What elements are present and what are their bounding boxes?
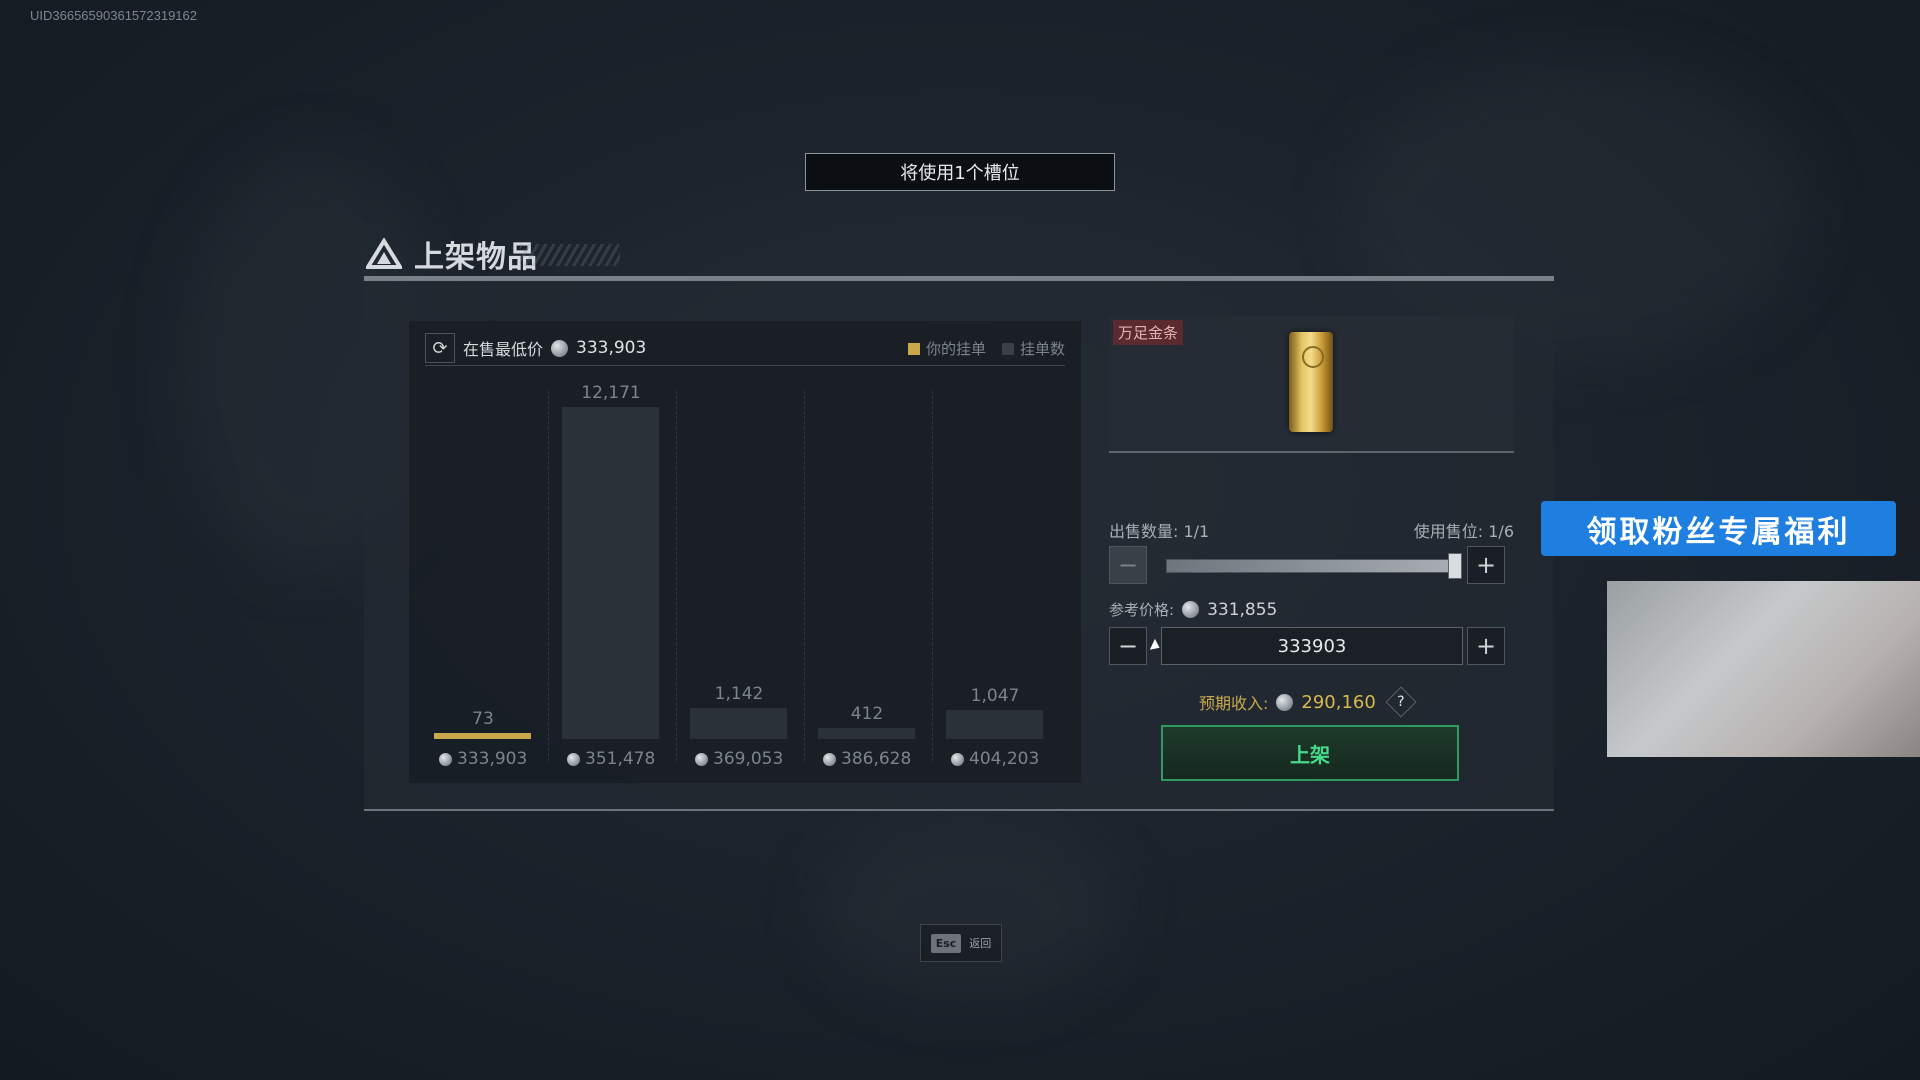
item-preview: 万足金条 bbox=[1109, 316, 1514, 453]
title-decoration bbox=[520, 244, 620, 266]
refresh-icon[interactable]: ⟳ bbox=[425, 333, 455, 363]
bar-count-label: 1,142 bbox=[714, 683, 764, 704]
bar-count-label: 12,171 bbox=[581, 383, 641, 403]
bar-price-label: 404,203 bbox=[951, 749, 1039, 769]
bar-price-label: 386,628 bbox=[823, 749, 911, 769]
price-input[interactable] bbox=[1161, 627, 1463, 665]
coin-icon bbox=[823, 752, 836, 766]
price-minus-button[interactable]: − bbox=[1109, 627, 1147, 665]
bar-price-value: 333,903 bbox=[457, 749, 528, 769]
bar-count-label: 412 bbox=[850, 703, 884, 724]
coin-icon bbox=[551, 339, 569, 357]
quantity-minus-button[interactable]: − bbox=[1109, 546, 1147, 584]
promo-banner[interactable]: 领取粉丝专属福利 bbox=[1541, 501, 1896, 556]
help-icon[interactable]: ? bbox=[1385, 686, 1417, 718]
expected-income-value: 290,160 bbox=[1301, 691, 1376, 713]
coin-icon bbox=[439, 752, 452, 766]
chart-divider bbox=[676, 391, 677, 761]
reference-price-label: 参考价格: bbox=[1109, 601, 1175, 619]
price-distribution-chart: ⟳ 在售最低价 333,903 你的挂单 挂单数 73 333,903 12,171… bbox=[409, 321, 1081, 783]
coin-icon bbox=[695, 752, 708, 766]
webcam-overlay bbox=[1607, 581, 1920, 757]
gold-bar-image bbox=[1289, 332, 1333, 432]
min-price-label: 在售最低价 bbox=[463, 340, 544, 359]
coin-icon bbox=[1182, 601, 1200, 618]
expected-income-label: 预期收入: bbox=[1199, 694, 1269, 713]
bar-2 bbox=[562, 407, 659, 739]
chart-legend: 你的挂单 挂单数 bbox=[907, 338, 1065, 359]
esc-key-icon: Esc bbox=[930, 933, 962, 953]
panel-header: 上架物品 bbox=[366, 232, 538, 276]
bar-price-value: 369,053 bbox=[713, 749, 784, 769]
chart-divider bbox=[804, 391, 805, 761]
bar-count-label: 73 bbox=[472, 709, 494, 729]
bar-price-value: 386,628 bbox=[841, 749, 912, 769]
bar-3 bbox=[690, 707, 787, 739]
bar-1 bbox=[434, 733, 531, 739]
bar-price-value: 351,478 bbox=[585, 749, 656, 769]
bar-price-label: 369,053 bbox=[695, 749, 783, 769]
bar-count-label: 1,047 bbox=[970, 686, 1020, 707]
coin-icon bbox=[1276, 693, 1294, 711]
chart-divider bbox=[548, 391, 549, 761]
chart-divider bbox=[932, 391, 933, 761]
item-name-tag: 万足金条 bbox=[1113, 320, 1184, 345]
quantity-plus-button[interactable]: + bbox=[1467, 546, 1505, 584]
min-price-value: 333,903 bbox=[576, 338, 647, 358]
uid-label: UID3665659036157231916​2 bbox=[30, 8, 197, 23]
triangle-logo-icon bbox=[366, 238, 402, 269]
bar-5 bbox=[946, 710, 1043, 739]
legend-mine: 你的挂单 bbox=[907, 338, 986, 359]
quantity-row: 出售数量: 1/1 使用售位: 1/6 bbox=[1109, 518, 1514, 542]
back-label: 返回 bbox=[969, 937, 992, 950]
bar-4 bbox=[818, 727, 915, 739]
bar-price-label: 351,478 bbox=[567, 749, 655, 769]
expected-income-row: 预期收入: 290,160 ? bbox=[1199, 686, 1417, 718]
reference-price-row: 参考价格: 331,855 bbox=[1109, 599, 1277, 620]
bar-price-label: 333,903 bbox=[439, 749, 527, 769]
list-item-button[interactable]: 上架 bbox=[1161, 725, 1459, 781]
legend-count: 挂单数 bbox=[1001, 338, 1065, 359]
quantity-slider-thumb[interactable] bbox=[1448, 553, 1462, 579]
slot-usage-label: 使用售位: 1/6 bbox=[1413, 522, 1514, 541]
sell-quantity-label: 出售数量: 1/1 bbox=[1109, 522, 1210, 541]
esc-back-hint[interactable]: Esc 返回 bbox=[920, 924, 1002, 962]
listing-panel: ⟳ 在售最低价 333,903 你的挂单 挂单数 73 333,903 12,171… bbox=[364, 276, 1554, 811]
chart-header: ⟳ 在售最低价 333,903 你的挂单 挂单数 bbox=[425, 331, 1065, 366]
quantity-slider[interactable] bbox=[1166, 559, 1456, 573]
price-plus-button[interactable]: + bbox=[1467, 627, 1505, 665]
bar-price-value: 404,203 bbox=[969, 749, 1040, 769]
reference-price-value: 331,855 bbox=[1207, 599, 1278, 620]
coin-icon bbox=[951, 752, 964, 766]
coin-icon bbox=[567, 752, 580, 766]
slot-usage-banner: 将使用1个槽位 bbox=[805, 153, 1115, 191]
